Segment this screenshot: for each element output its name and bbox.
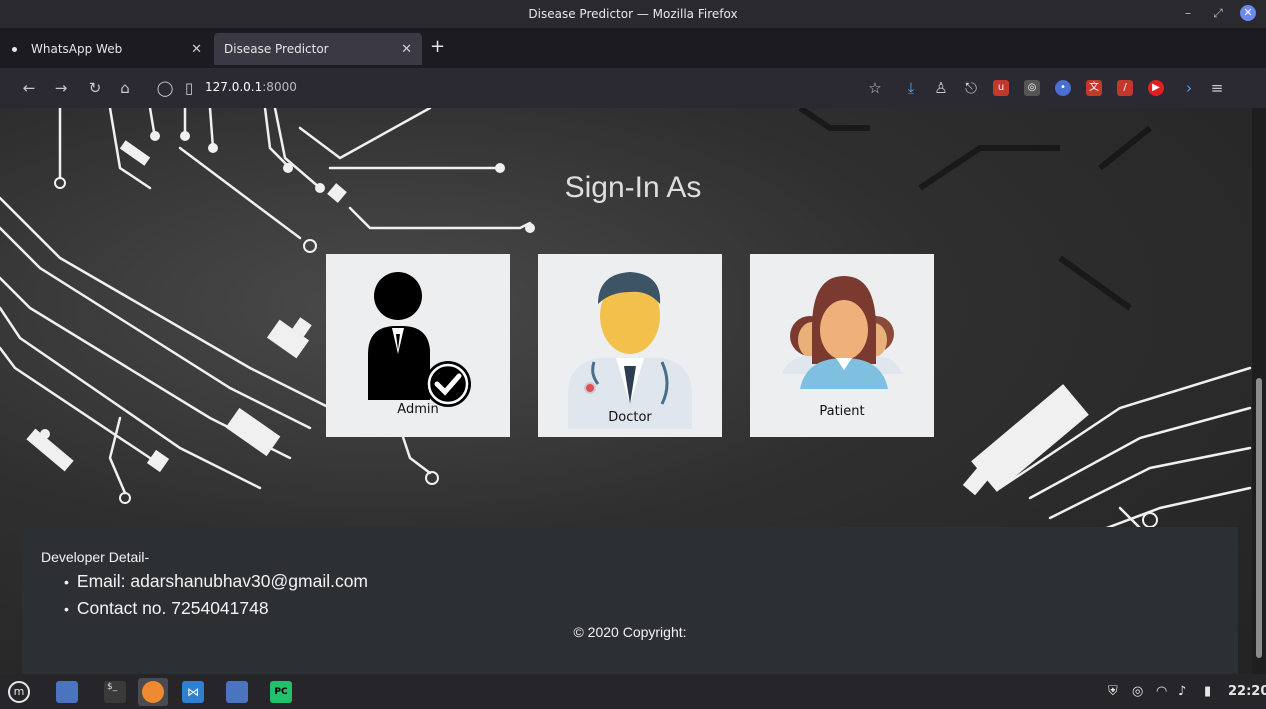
- card-label-patient: Patient: [819, 404, 865, 419]
- developer-email: Email: adarshanubhav30@gmail.com: [64, 568, 368, 595]
- tab-label: Disease Predictor: [224, 42, 329, 56]
- window-titlebar: Disease Predictor — Mozilla Firefox – ⤢ …: [0, 0, 1266, 28]
- glasses-extension-icon[interactable]: ◎: [1024, 80, 1040, 96]
- url-host: 127.0.0.1: [205, 80, 263, 94]
- tracking-shield-icon[interactable]: ◯: [156, 79, 174, 97]
- translate-extension-icon[interactable]: 文: [1086, 80, 1102, 96]
- tab-disease-predictor[interactable]: Disease Predictor ✕: [214, 33, 422, 65]
- files-icon[interactable]: [226, 681, 248, 703]
- developer-footer: Developer Detail- Email: adarshanubhav30…: [22, 527, 1238, 674]
- tab-label: WhatsApp Web: [31, 42, 123, 56]
- cursor-extension-icon[interactable]: •: [1055, 80, 1071, 96]
- tab-strip: WhatsApp Web ✕ Disease Predictor ✕ +: [0, 28, 1266, 68]
- maximize-icon[interactable]: ⤢: [1210, 5, 1226, 21]
- firefox-icon: [142, 681, 164, 703]
- page-info-icon[interactable]: ▯: [180, 79, 198, 97]
- show-desktop-icon[interactable]: [56, 681, 78, 703]
- url-bar[interactable]: 127.0.0.1:8000: [205, 80, 297, 94]
- overflow-chevron-icon[interactable]: ›: [1180, 79, 1198, 97]
- url-port: :8000: [262, 80, 297, 94]
- card-label-doctor: Doctor: [608, 410, 652, 425]
- menu-hamburger-icon[interactable]: ≡: [1208, 79, 1226, 97]
- account-icon[interactable]: ♙: [932, 79, 950, 97]
- taskbar: m $_ ⋈ PC ⛨ ◎ ◠ ♪ ▮ 22:20: [0, 674, 1266, 709]
- wifi-icon[interactable]: ◠: [1156, 684, 1167, 699]
- close-tab-icon[interactable]: ✕: [401, 42, 412, 57]
- ublock-extension-icon[interactable]: u: [993, 80, 1009, 96]
- terminal-icon[interactable]: $_: [104, 681, 126, 703]
- reload-icon[interactable]: ↻: [86, 79, 104, 97]
- tab-indicator-dot: [12, 46, 17, 52]
- security-tray-icon[interactable]: ⛨: [1108, 684, 1118, 699]
- intel-tray-icon[interactable]: ◎: [1132, 684, 1143, 699]
- downloads-icon[interactable]: ⤓: [902, 79, 920, 97]
- minimize-icon[interactable]: –: [1180, 5, 1196, 21]
- volume-icon[interactable]: ♪: [1178, 684, 1186, 699]
- scrollbar-thumb[interactable]: [1256, 378, 1262, 658]
- pen-extension-icon[interactable]: /: [1117, 80, 1133, 96]
- linux-mint-menu-icon[interactable]: m: [8, 681, 30, 703]
- copyright-text: © 2020 Copyright:: [573, 624, 687, 640]
- developer-contact: Contact no. 7254041748: [64, 595, 368, 622]
- close-tab-icon[interactable]: ✕: [191, 42, 202, 57]
- forward-icon[interactable]: →: [52, 79, 70, 97]
- battery-icon[interactable]: ▮: [1204, 684, 1211, 699]
- bookmark-star-icon[interactable]: ☆: [866, 79, 884, 97]
- patient-card[interactable]: Patient: [750, 254, 934, 437]
- admin-card[interactable]: Admin: [326, 254, 510, 437]
- nav-bar: ← → ↻ ⌂ ◯ ▯ 127.0.0.1:8000 ☆ ⤓ ♙ ⎋ u ◎ •…: [0, 68, 1266, 108]
- tab-whatsapp[interactable]: WhatsApp Web ✕: [0, 33, 212, 65]
- window-title: Disease Predictor — Mozilla Firefox: [528, 7, 738, 21]
- card-label-admin: Admin: [397, 402, 439, 417]
- vscode-icon[interactable]: ⋈: [182, 681, 204, 703]
- page-title: Sign-In As: [564, 171, 702, 204]
- developer-contact-list: Email: adarshanubhav30@gmail.com Contact…: [64, 568, 368, 622]
- web-page: Sign-In As Admin Doctor Patient Develope…: [0, 108, 1266, 674]
- developer-detail-heading: Developer Detail-: [41, 549, 150, 565]
- window-controls: – ⤢ ✕: [1180, 5, 1256, 21]
- new-tab-button[interactable]: +: [430, 38, 445, 56]
- clock[interactable]: 22:20: [1228, 684, 1266, 699]
- close-window-icon[interactable]: ✕: [1240, 5, 1256, 21]
- pycharm-icon[interactable]: PC: [270, 681, 292, 703]
- youtube-extension-icon[interactable]: ▶: [1148, 80, 1164, 96]
- home-icon[interactable]: ⌂: [116, 79, 134, 97]
- doctor-card[interactable]: Doctor: [538, 254, 722, 437]
- firefox-taskbar-slot[interactable]: [138, 678, 168, 706]
- back-icon[interactable]: ←: [20, 79, 38, 97]
- share-icon[interactable]: ⎋: [962, 79, 980, 97]
- page-scrollbar[interactable]: [1252, 108, 1266, 674]
